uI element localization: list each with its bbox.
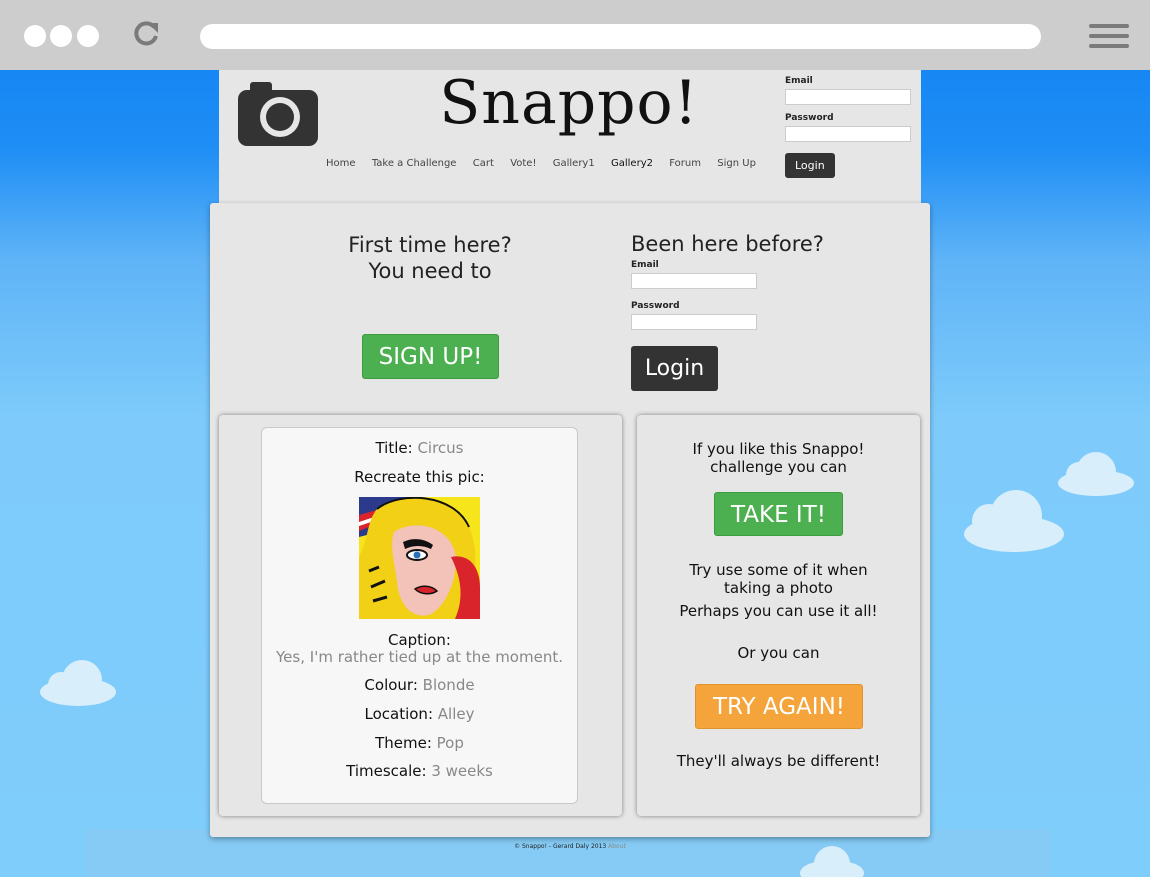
main-login-form: Email Password	[631, 260, 761, 342]
window-dot-icon[interactable]	[50, 25, 72, 47]
recreate-label: Recreate this pic:	[354, 468, 485, 486]
theme-label: Theme:	[375, 734, 432, 752]
like-line2: challenge you can	[710, 458, 847, 476]
header-login-button[interactable]: Login	[785, 153, 835, 178]
header-login-form: Email Password Login	[785, 76, 915, 178]
returning-heading: Been here before?	[631, 232, 824, 256]
footer: © Snappo! - Gerard Daly 2013 About	[210, 843, 930, 850]
footer-copyright: © Snappo! - Gerard Daly 2013	[514, 843, 607, 850]
colour-label: Colour:	[364, 676, 418, 694]
header-email-field[interactable]	[785, 89, 911, 105]
perhaps-text: Perhaps you can use it all!	[679, 602, 878, 620]
footer-about-link[interactable]: About	[608, 843, 626, 850]
timescale-row: Timescale: 3 weeks	[261, 762, 578, 780]
camera-logo-icon[interactable]	[238, 82, 318, 146]
nav-sign-up[interactable]: Sign Up	[717, 158, 756, 169]
title-value: Circus	[417, 439, 464, 457]
email-label: Email	[631, 260, 659, 270]
reload-icon[interactable]	[131, 19, 161, 49]
password-label: Password	[785, 113, 834, 123]
nav-home[interactable]: Home	[326, 158, 356, 169]
cloud-icon	[1058, 452, 1134, 497]
sign-up-button[interactable]: SIGN UP!	[362, 334, 499, 379]
nav-vote[interactable]: Vote!	[510, 158, 536, 169]
site-header: Snappo! Home Take a Challenge Cart Vote!…	[219, 68, 921, 203]
main-nav: Home Take a Challenge Cart Vote! Gallery…	[326, 158, 756, 169]
nav-gallery1[interactable]: Gallery1	[553, 158, 595, 169]
email-label: Email	[785, 76, 813, 86]
cloud-icon	[40, 660, 116, 706]
theme-row: Theme: Pop	[261, 734, 578, 752]
caption-value: Yes, I'm rather tied up at the moment.	[276, 648, 563, 666]
first-time-line1: First time here?	[348, 233, 512, 257]
timescale-label: Timescale:	[346, 762, 427, 780]
location-row: Location: Alley	[261, 705, 578, 723]
title-row: Title: Circus	[261, 439, 578, 457]
first-time-heading: First time here? You need to	[230, 232, 630, 284]
caption-label: Caption:	[388, 631, 451, 649]
nav-cart[interactable]: Cart	[473, 158, 494, 169]
like-text: If you like this Snappo! challenge you c…	[637, 440, 920, 476]
take-it-button[interactable]: TAKE IT!	[714, 492, 843, 536]
window-dot-icon[interactable]	[77, 25, 99, 47]
password-label: Password	[631, 301, 680, 311]
try-text: Try use some of it when taking a photo	[637, 561, 920, 597]
try-line2: taking a photo	[724, 579, 833, 597]
nav-gallery2[interactable]: Gallery2	[611, 158, 653, 169]
always-text: They'll always be different!	[676, 752, 881, 770]
like-line1: If you like this Snappo!	[692, 440, 865, 458]
try-line1: Try use some of it when	[689, 561, 868, 579]
header-password-field[interactable]	[785, 126, 911, 142]
location-value: Alley	[437, 705, 475, 723]
title-label: Title:	[375, 439, 413, 457]
cloud-icon	[964, 490, 1064, 552]
site-title[interactable]: Snappo!	[359, 68, 779, 138]
address-bar[interactable]	[200, 24, 1041, 49]
hamburger-menu-icon[interactable]	[1089, 24, 1129, 50]
theme-value: Pop	[436, 734, 464, 752]
main-password-field[interactable]	[631, 314, 757, 330]
timescale-value: 3 weeks	[431, 762, 493, 780]
or-text: Or you can	[737, 644, 820, 662]
window-dot-icon[interactable]	[24, 25, 46, 47]
main-login-button[interactable]: Login	[631, 346, 718, 391]
main-email-field[interactable]	[631, 273, 757, 289]
cloud-icon	[800, 846, 864, 877]
first-time-line2: You need to	[368, 259, 492, 283]
location-label: Location:	[364, 705, 434, 723]
colour-row: Colour: Blonde	[261, 676, 578, 694]
try-again-button[interactable]: TRY AGAIN!	[695, 684, 863, 729]
challenge-image[interactable]	[359, 497, 480, 619]
colour-value: Blonde	[422, 676, 475, 694]
nav-take-a-challenge[interactable]: Take a Challenge	[372, 158, 457, 169]
browser-chrome	[0, 0, 1150, 70]
nav-forum[interactable]: Forum	[669, 158, 701, 169]
